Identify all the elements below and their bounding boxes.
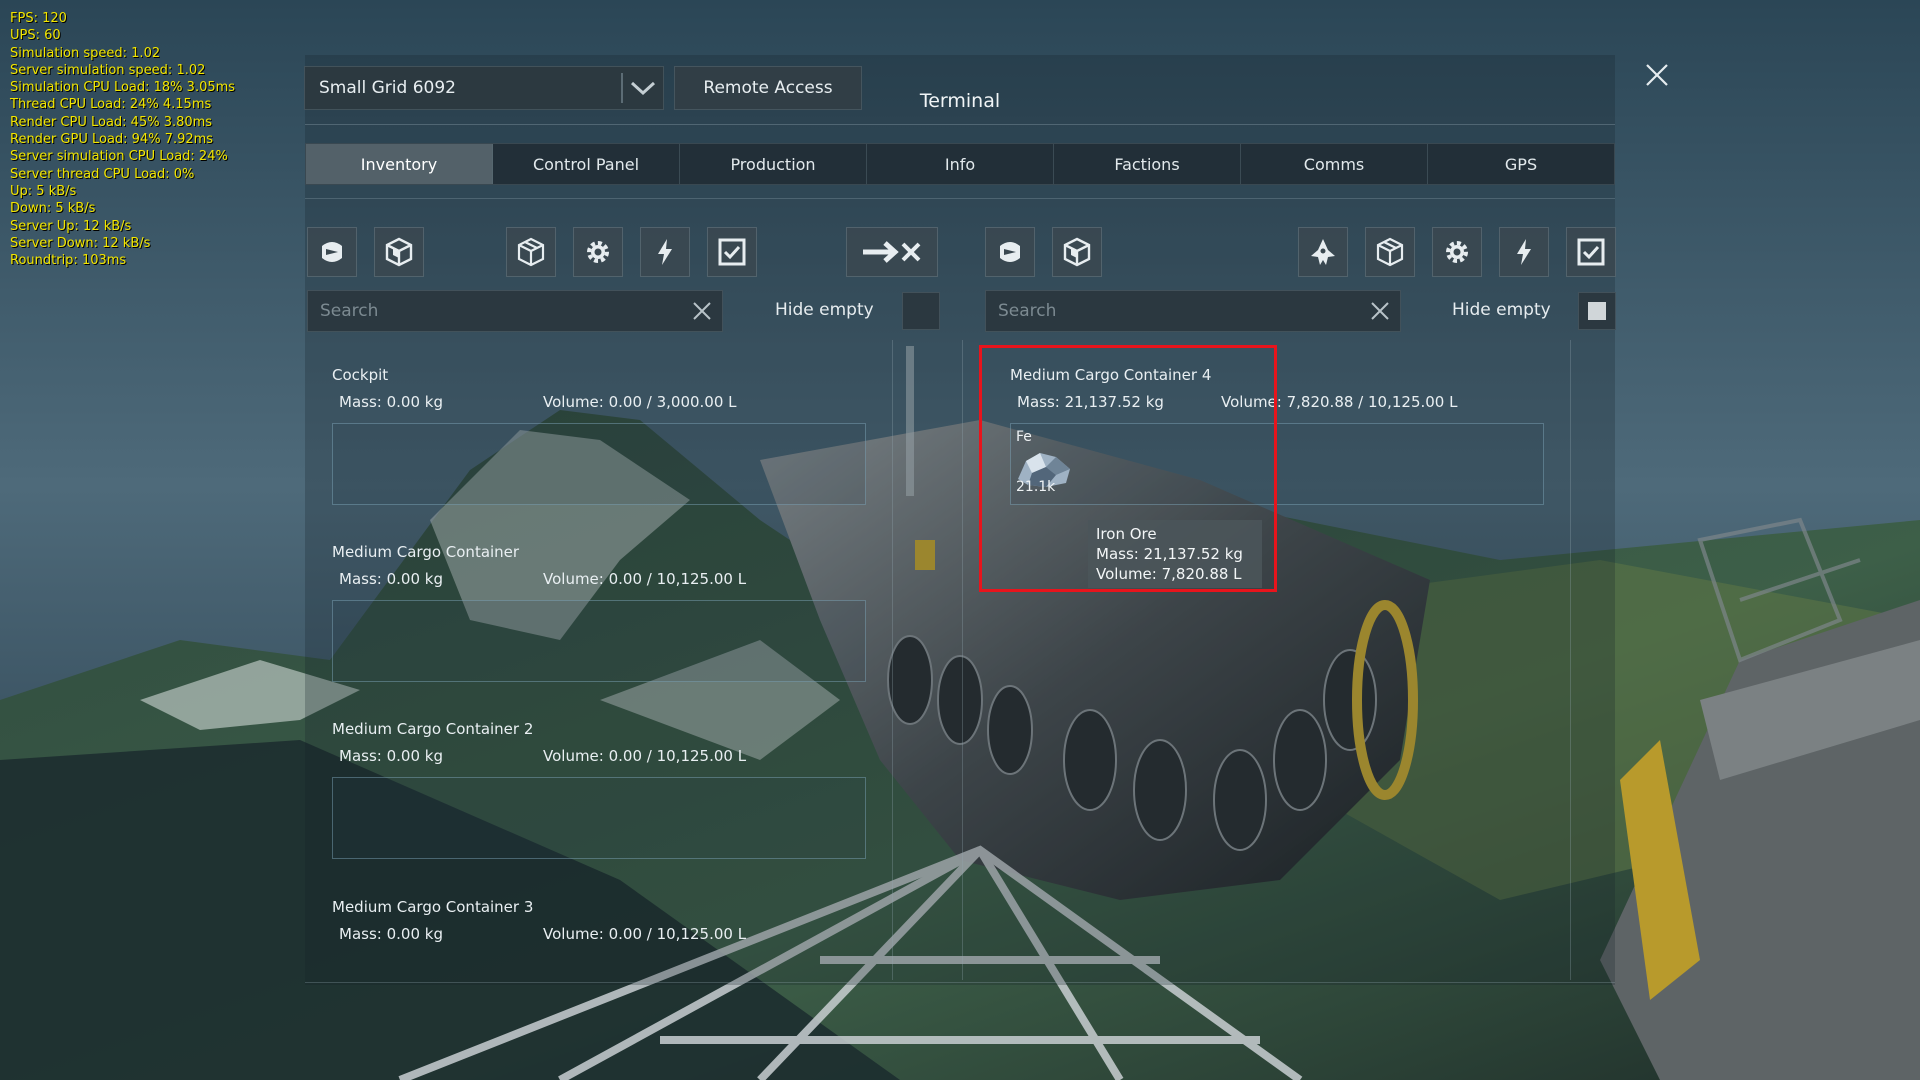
transfer-arrow-icon: [863, 241, 921, 263]
inventory-grid[interactable]: [332, 777, 866, 859]
left-hide-empty-checkbox[interactable]: [902, 292, 940, 330]
tab-gps[interactable]: GPS: [1428, 144, 1614, 184]
debug-stats-overlay: FPS: 120 UPS: 60 Simulation speed: 1.02 …: [10, 10, 235, 269]
filter-character-button[interactable]: [307, 227, 357, 277]
inventory-mass: Mass: 0.00 kg: [339, 747, 443, 765]
inventory-mass: Mass: 0.00 kg: [339, 925, 443, 943]
left-pane-border: [892, 340, 893, 980]
debug-line: Server Up: 12 kB/s: [10, 218, 132, 234]
filter-storage-button-right[interactable]: [1365, 227, 1415, 277]
filter-power-button-right[interactable]: [1499, 227, 1549, 277]
divider: [305, 982, 1615, 983]
inventory-volume: Volume: 0.00 / 3,000.00 L: [543, 393, 737, 411]
clear-search-icon[interactable]: [1360, 301, 1400, 321]
filter-storage-button[interactable]: [506, 227, 556, 277]
debug-line: Server thread CPU Load: 0%: [10, 166, 195, 182]
transfer-button[interactable]: [846, 227, 938, 277]
grid-icon: [385, 237, 413, 267]
right-hide-empty-label: Hide empty: [1452, 300, 1551, 320]
debug-line: Simulation speed: 1.02: [10, 45, 161, 61]
inventory-name: Cockpit: [332, 366, 389, 384]
grid-selector-dropdown[interactable]: Small Grid 6092: [304, 66, 664, 110]
ship-icon: [1311, 239, 1335, 265]
debug-line: UPS: 60: [10, 28, 61, 44]
tab-control-panel[interactable]: Control Panel: [493, 144, 680, 184]
highlight-annotation-box: [979, 345, 1277, 592]
terminal-tabs: Inventory Control Panel Production Info …: [305, 143, 1615, 185]
filter-character-button-right[interactable]: [985, 227, 1035, 277]
checkbox-icon: [1577, 238, 1605, 266]
left-search-box: [307, 290, 723, 332]
left-pane-scrollbar[interactable]: [906, 346, 914, 496]
terminal-window: Small Grid 6092 Remote Access Terminal I…: [0, 0, 1920, 1080]
left-search-input[interactable]: [308, 300, 682, 322]
inventory-name: Medium Cargo Container 2: [332, 720, 534, 738]
right-pane-border: [1570, 340, 1571, 980]
character-icon: [322, 242, 342, 262]
gear-icon: [1446, 241, 1468, 263]
debug-line: FPS: 120: [10, 11, 67, 26]
terminal-title: Terminal: [919, 90, 1001, 112]
debug-line: Down: 5 kB/s: [10, 201, 96, 217]
inventory-name: Medium Cargo Container: [332, 543, 520, 561]
debug-line: Server Down: 12 kB/s: [10, 235, 151, 251]
close-icon[interactable]: [1640, 58, 1674, 92]
gear-icon: [587, 241, 609, 263]
filter-ship-button-right[interactable]: [1298, 227, 1348, 277]
inventory-name: Medium Cargo Container 3: [332, 898, 534, 916]
storage-icon: [1376, 237, 1404, 267]
tab-production[interactable]: Production: [680, 144, 867, 184]
tab-comms[interactable]: Comms: [1241, 144, 1428, 184]
chevron-down-icon[interactable]: [623, 80, 663, 96]
debug-line: Render CPU Load: 45% 3.80ms: [10, 114, 213, 130]
filter-all-button[interactable]: [707, 227, 757, 277]
inventory-grid[interactable]: [332, 600, 866, 682]
grid-selector-value: Small Grid 6092: [319, 78, 456, 98]
debug-line: Render GPU Load: 94% 7.92ms: [10, 132, 214, 148]
right-search-box: [985, 290, 1401, 332]
checkbox-icon: [718, 238, 746, 266]
divider: [305, 198, 1615, 199]
filter-power-button[interactable]: [640, 227, 690, 277]
power-icon: [1517, 239, 1531, 265]
tab-inventory[interactable]: Inventory: [306, 144, 493, 184]
inventory-volume: Volume: 0.00 / 10,125.00 L: [543, 747, 747, 765]
power-icon: [658, 239, 672, 265]
filter-grid-button-right[interactable]: [1052, 227, 1102, 277]
right-hide-empty-checkbox[interactable]: [1578, 292, 1616, 330]
remote-access-button[interactable]: Remote Access: [674, 66, 862, 110]
filter-production-button-right[interactable]: [1432, 227, 1482, 277]
inventory-mass: Mass: 0.00 kg: [339, 393, 443, 411]
inventory-volume: Volume: 0.00 / 10,125.00 L: [543, 570, 747, 588]
inventory-mass: Mass: 0.00 kg: [339, 570, 443, 588]
debug-line: Simulation CPU Load: 18% 3.05ms: [10, 80, 236, 96]
grid-icon: [1063, 237, 1091, 267]
debug-line: Roundtrip: 103ms: [10, 253, 127, 269]
tab-info[interactable]: Info: [867, 144, 1054, 184]
filter-all-button-right[interactable]: [1566, 227, 1616, 277]
inventory-volume: Volume: 0.00 / 10,125.00 L: [543, 925, 747, 943]
filter-grid-button[interactable]: [374, 227, 424, 277]
storage-icon: [517, 237, 545, 267]
right-search-input[interactable]: [986, 300, 1360, 322]
debug-line: Up: 5 kB/s: [10, 183, 77, 199]
debug-line: Server simulation speed: 1.02: [10, 62, 206, 78]
checkbox-checked-mark: [1588, 302, 1606, 320]
tab-factions[interactable]: Factions: [1054, 144, 1241, 184]
debug-line: Thread CPU Load: 24% 4.15ms: [10, 97, 212, 113]
right-pane-border: [962, 340, 963, 980]
inventory-grid[interactable]: [332, 423, 866, 505]
debug-line: Server simulation CPU Load: 24%: [10, 149, 228, 165]
filter-production-button[interactable]: [573, 227, 623, 277]
character-icon: [1000, 242, 1020, 262]
left-hide-empty-label: Hide empty: [775, 300, 874, 320]
clear-search-icon[interactable]: [682, 301, 722, 321]
divider: [305, 124, 1615, 125]
